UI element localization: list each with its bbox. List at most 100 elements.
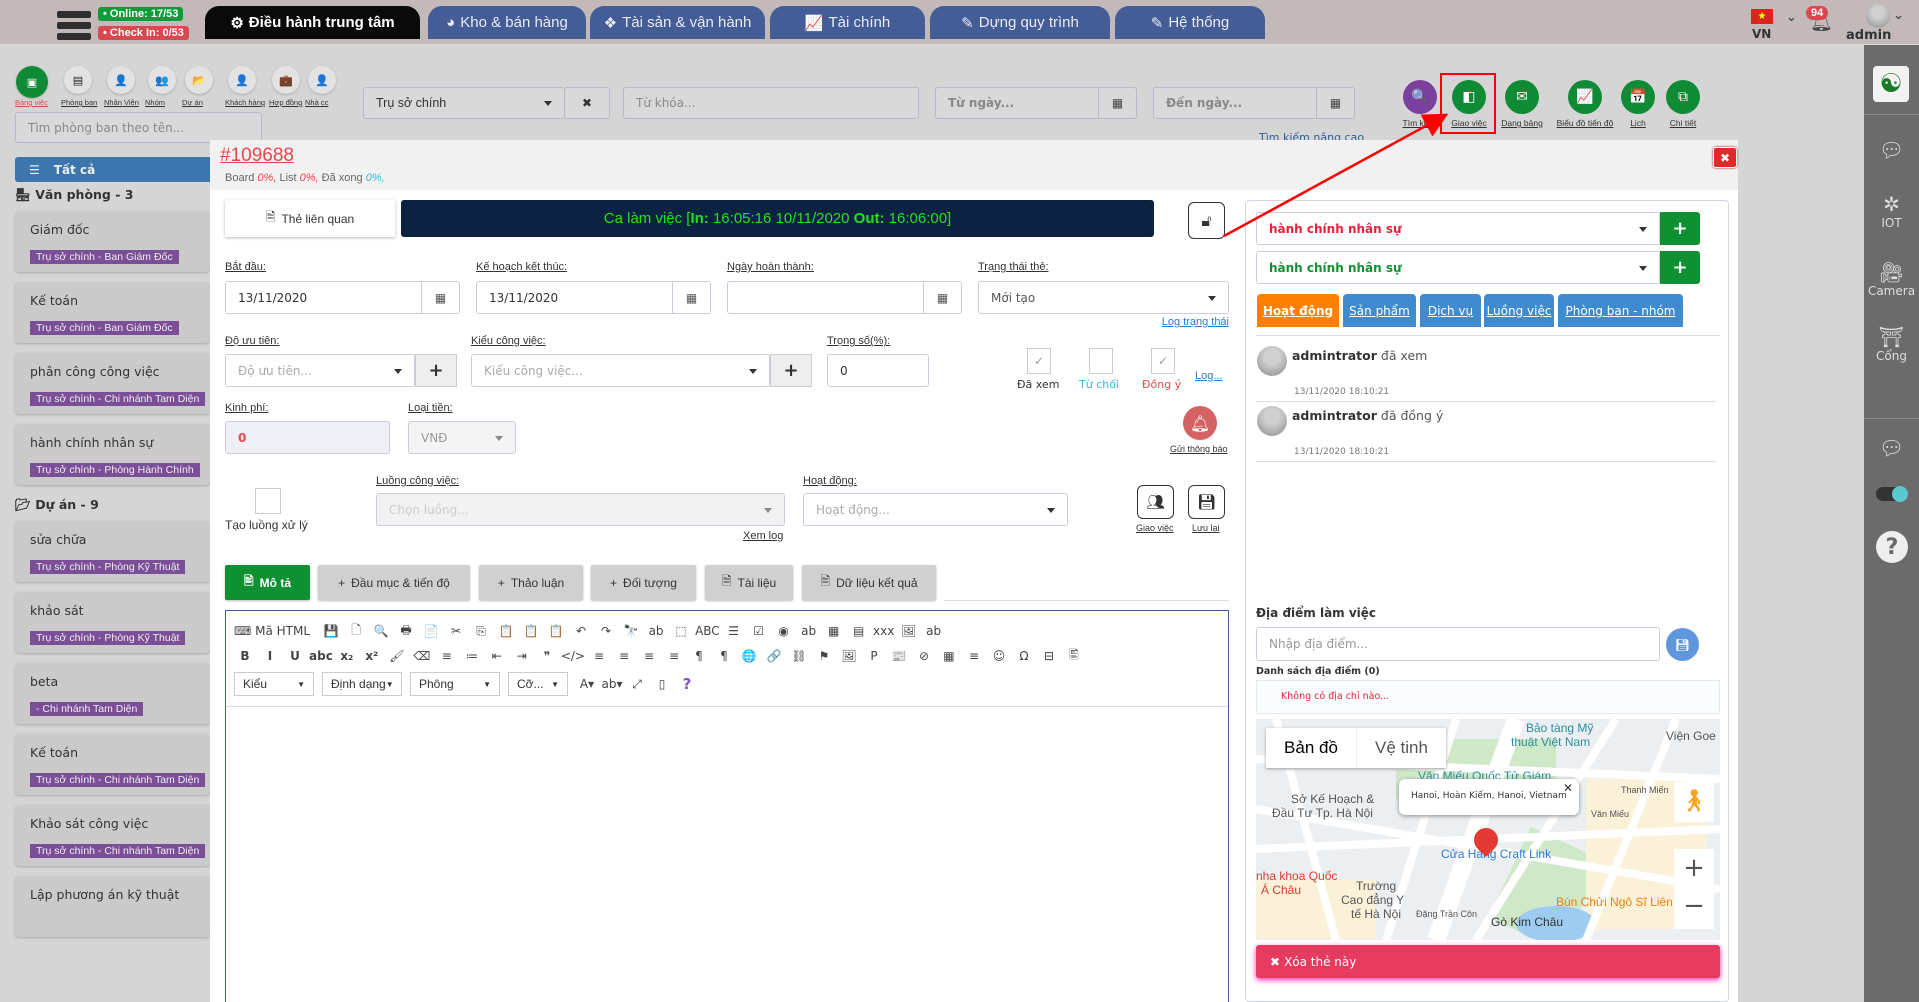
calendar-icon[interactable]: ▦ xyxy=(421,282,459,313)
editor-tool-icon[interactable]: P xyxy=(863,646,885,666)
flow-select[interactable]: Chọn luồng... xyxy=(376,493,785,526)
add-department-button[interactable]: + xyxy=(1660,212,1700,245)
from-date-input[interactable]: Từ ngày... ▦ xyxy=(935,87,1137,119)
create-flow-checkbox[interactable] xyxy=(255,488,281,514)
editor-tool-icon[interactable]: ◉ xyxy=(773,621,795,641)
zoom-out-icon[interactable]: − xyxy=(1674,887,1714,925)
editor-tool-icon[interactable]: ❞ xyxy=(536,646,558,666)
nav-icon-1[interactable]: ▤ xyxy=(64,66,92,94)
editor-tool-icon[interactable]: ▦ xyxy=(938,646,960,666)
plan-end-date-input[interactable]: 13/11/2020 ▦ xyxy=(476,281,711,314)
nav-label-2[interactable]: Nhân Viên xyxy=(104,98,139,107)
calendar-icon[interactable]: ▦ xyxy=(1098,88,1136,118)
nav-label-4[interactable]: Dự án xyxy=(182,98,203,107)
editor-select[interactable]: Kiểu ▼ xyxy=(234,672,314,696)
editor-tool-icon[interactable]: A▾ xyxy=(576,674,598,694)
editor-tool-icon[interactable]: ⤢ xyxy=(626,674,648,694)
calendar-icon[interactable]: ▦ xyxy=(672,282,710,313)
editor-tool-icon[interactable]: ab xyxy=(923,621,945,641)
editor-tool-icon[interactable]: ¶ xyxy=(713,646,735,666)
card-tab-4[interactable]: 🗎 Tài liệu xyxy=(705,565,793,600)
card-tab-5[interactable]: 🗎 Dữ liệu kết quả xyxy=(802,565,936,600)
editor-tool-icon[interactable]: 🖼 xyxy=(898,621,920,641)
gate-button[interactable]: ⛩︎ Cổng xyxy=(1864,325,1919,363)
language-label[interactable]: VN xyxy=(1752,27,1771,41)
department-card[interactable]: Khảo sát công việc Trụ sở chính - Chi nhá… xyxy=(15,805,210,866)
calendar-icon[interactable]: ▦ xyxy=(923,282,961,313)
add-priority-button[interactable]: + xyxy=(415,354,457,387)
editor-tool-icon[interactable]: 🔍 xyxy=(370,621,392,641)
editor-tool-icon[interactable]: 🔭 xyxy=(620,621,642,641)
department-card[interactable]: Kế toán Trụ sở chính - Chi nhánh Tam Diện xyxy=(15,734,210,795)
view-4-button[interactable]: 📅 xyxy=(1621,80,1655,114)
group-header[interactable]: 🏪︎ Văn phòng - 3 xyxy=(15,187,133,203)
group-header[interactable]: 📂︎ Dự án - 9 xyxy=(15,497,99,513)
nav-label-6[interactable]: Hợp đồng xyxy=(269,98,302,107)
toggle-switch[interactable] xyxy=(1876,486,1908,502)
editor-tool-icon[interactable]: Ω xyxy=(1013,646,1035,666)
department-card[interactable]: khảo sát Trụ sở chính - Phòng Kỹ Thuật xyxy=(15,592,210,653)
user-name[interactable]: admin xyxy=(1846,28,1891,43)
department-select[interactable]: hành chính nhân sự xyxy=(1256,212,1660,245)
group-select[interactable]: hành chính nhân sự xyxy=(1256,251,1660,284)
editor-tool-icon[interactable]: 🖌 xyxy=(386,646,408,666)
editor-tool-icon[interactable]: 🔗 xyxy=(763,646,785,666)
editor-tool-icon[interactable]: ¶ xyxy=(688,646,710,666)
editor-tool-icon[interactable]: ▯ xyxy=(651,674,673,694)
nav-label-3[interactable]: Nhóm xyxy=(145,98,165,107)
view-0-button[interactable]: 🔍 xyxy=(1403,80,1437,114)
keyword-input[interactable]: Từ khóa... xyxy=(623,87,919,119)
side-tab-2[interactable]: Dịch vụ xyxy=(1420,294,1481,327)
cost-input[interactable]: 0 xyxy=(225,421,390,454)
source-html-button[interactable]: ⌨ Mã HTML xyxy=(234,621,310,641)
chevron-down-icon[interactable]: ⌄ xyxy=(1893,8,1904,23)
nav-icon-2[interactable]: 👤 xyxy=(107,66,135,94)
editor-tool-icon[interactable]: 📋 xyxy=(520,621,542,641)
editor-tool-icon[interactable]: ⊘ xyxy=(913,646,935,666)
editor-tool-icon[interactable]: ⎘ xyxy=(470,621,492,641)
editor-tool-icon[interactable]: x² xyxy=(361,646,383,666)
card-tab-1[interactable]: + Đầu mục & tiến độ xyxy=(318,565,470,600)
editor-tool-icon[interactable]: ⬚ xyxy=(670,621,692,641)
vn-flag-icon[interactable]: ★ xyxy=(1751,9,1773,24)
video-chat-icon[interactable]: 💬︎ xyxy=(1864,436,1919,460)
unlock-icon[interactable]: 🔓︎ xyxy=(1188,202,1225,239)
editor-tool-icon[interactable]: ≡ xyxy=(963,646,985,666)
zoom-in-icon[interactable]: + xyxy=(1674,849,1714,887)
department-search-input[interactable]: Tìm phòng ban theo tên... xyxy=(15,112,262,143)
editor-tool-icon[interactable]: ⊟ xyxy=(1038,646,1060,666)
editor-tool-icon[interactable]: 📋 xyxy=(495,621,517,641)
department-card[interactable]: Giám đốc Trụ sở chính - Ban Giám Đốc xyxy=(15,211,210,272)
editor-tool-icon[interactable]: ≡ xyxy=(588,646,610,666)
editor-tool-icon[interactable]: 🌐 xyxy=(738,646,760,666)
view-0-label[interactable]: Tìm kiếm xyxy=(1403,118,1438,128)
card-id-link[interactable]: #109688 xyxy=(220,145,294,167)
editor-tool-icon[interactable]: ab xyxy=(645,621,667,641)
view-2-label[interactable]: Dạng bảng xyxy=(1501,118,1543,128)
editor-tool-icon[interactable]: </> xyxy=(561,646,585,666)
nav-label-5[interactable]: Khách hàng xyxy=(225,98,265,107)
calendar-icon[interactable]: ▦ xyxy=(1316,88,1354,118)
editor-tool-icon[interactable]: B xyxy=(234,646,256,666)
help-icon[interactable]: ? xyxy=(1876,531,1908,563)
editor-tool-icon[interactable]: ab▾ xyxy=(601,674,623,694)
view-5-button[interactable]: ⧉ xyxy=(1666,80,1700,114)
editor-tool-icon[interactable]: ☑ xyxy=(748,621,770,641)
view-2-button[interactable]: ✉ xyxy=(1505,80,1539,114)
editor-tool-icon[interactable]: ⌫ xyxy=(411,646,433,666)
editor-select[interactable]: Định dạng ▼ xyxy=(322,672,402,696)
done-date-input[interactable]: ▦ xyxy=(727,281,962,314)
editor-tool-icon[interactable]: ☰ xyxy=(723,621,745,641)
view-3-label[interactable]: Biểu đồ tiến độ xyxy=(1557,118,1614,128)
weight-input[interactable]: 0 xyxy=(827,354,929,387)
map[interactable]: Bảo tàng Mỹ thuật Việt Nam Viện Goe Văn Miế… xyxy=(1256,719,1720,940)
tab-3[interactable]: 📈 Tài chính xyxy=(770,6,925,39)
nav-icon-6[interactable]: 💼 xyxy=(272,66,300,94)
editor-tool-icon[interactable]: abc xyxy=(309,646,333,666)
camera-button[interactable]: 🎥︎ Camera xyxy=(1864,260,1919,298)
tab-4[interactable]: ✎ Dựng quy trình xyxy=(930,6,1110,39)
view-4-label[interactable]: Lịch xyxy=(1630,118,1646,128)
nav-icon-5[interactable]: 👤 xyxy=(228,66,256,94)
editor-tool-icon[interactable]: ? xyxy=(676,674,698,694)
nav-label-7[interactable]: Nhà cc xyxy=(305,98,328,107)
